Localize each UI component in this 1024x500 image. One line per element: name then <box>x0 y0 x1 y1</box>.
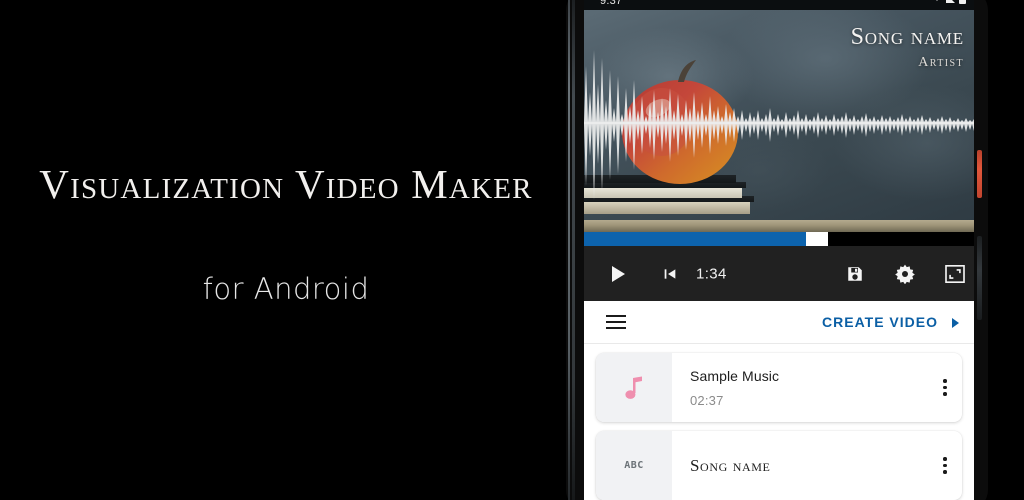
phone-screen: 9:37 Song name Artist 1:34 CREATE VIDEO … <box>584 0 974 500</box>
download-icon <box>932 0 942 1</box>
track-thumbnail <box>596 353 672 422</box>
settings-gear-icon[interactable] <box>895 264 915 284</box>
panel-toolbar: CREATE VIDEO <box>584 301 974 344</box>
track-info: Sample Music 02:37 <box>672 368 928 408</box>
playback-controls: 1:34 <box>584 246 974 301</box>
save-icon[interactable] <box>846 265 864 283</box>
page-subtitle: for Android <box>202 272 370 306</box>
play-icon[interactable] <box>612 265 625 282</box>
seek-bar[interactable] <box>584 232 974 246</box>
video-preview[interactable]: Song name Artist <box>584 10 974 232</box>
track-info: Song name <box>672 456 928 476</box>
app-promo-screenshot: Visualization Video Maker for Android 9:… <box>0 0 1024 500</box>
phone-left-bezel <box>568 0 570 500</box>
signal-icon <box>946 0 955 3</box>
volume-button[interactable] <box>977 236 982 320</box>
music-note-icon <box>625 376 642 399</box>
track-duration: 02:37 <box>690 392 724 408</box>
fullscreen-icon[interactable] <box>945 264 965 283</box>
status-bar-icons <box>932 0 966 4</box>
list-item[interactable]: Sample Music 02:37 <box>596 353 962 422</box>
chevron-right-icon[interactable] <box>952 318 959 328</box>
skip-previous-icon[interactable] <box>662 266 678 282</box>
status-bar: 9:37 <box>584 0 974 10</box>
seek-bar-thumb[interactable] <box>806 232 829 246</box>
power-button[interactable] <box>977 150 982 198</box>
abc-text-icon: ABC <box>624 460 644 471</box>
track-list-panel: CREATE VIDEO Sample Music 02:37 ABC Song… <box>584 301 974 500</box>
status-bar-clock: 9:37 <box>600 0 623 7</box>
battery-icon <box>959 0 966 4</box>
seek-bar-fill <box>584 232 807 246</box>
track-thumbnail: ABC <box>596 431 672 500</box>
track-title: Song name <box>690 455 771 475</box>
track-title: Sample Music <box>690 367 780 384</box>
track-overflow-menu-icon[interactable] <box>928 379 962 396</box>
video-title-overlay: Song name Artist <box>851 24 964 71</box>
menu-icon[interactable] <box>606 315 626 329</box>
page-title: Visualization Video Maker <box>39 161 533 207</box>
phone-left-bezel-inner <box>572 0 575 500</box>
promo-panel: Visualization Video Maker for Android <box>0 0 572 500</box>
phone-mockup: 9:37 Song name Artist 1:34 CREATE VIDEO … <box>566 0 988 500</box>
create-video-button[interactable]: CREATE VIDEO <box>822 314 938 330</box>
track-overflow-menu-icon[interactable] <box>928 457 962 474</box>
video-song-name: Song name <box>850 24 964 50</box>
video-artist-name: Artist <box>918 55 964 70</box>
current-time-label: 1:34 <box>696 265 727 282</box>
list-item[interactable]: ABC Song name <box>596 431 962 500</box>
